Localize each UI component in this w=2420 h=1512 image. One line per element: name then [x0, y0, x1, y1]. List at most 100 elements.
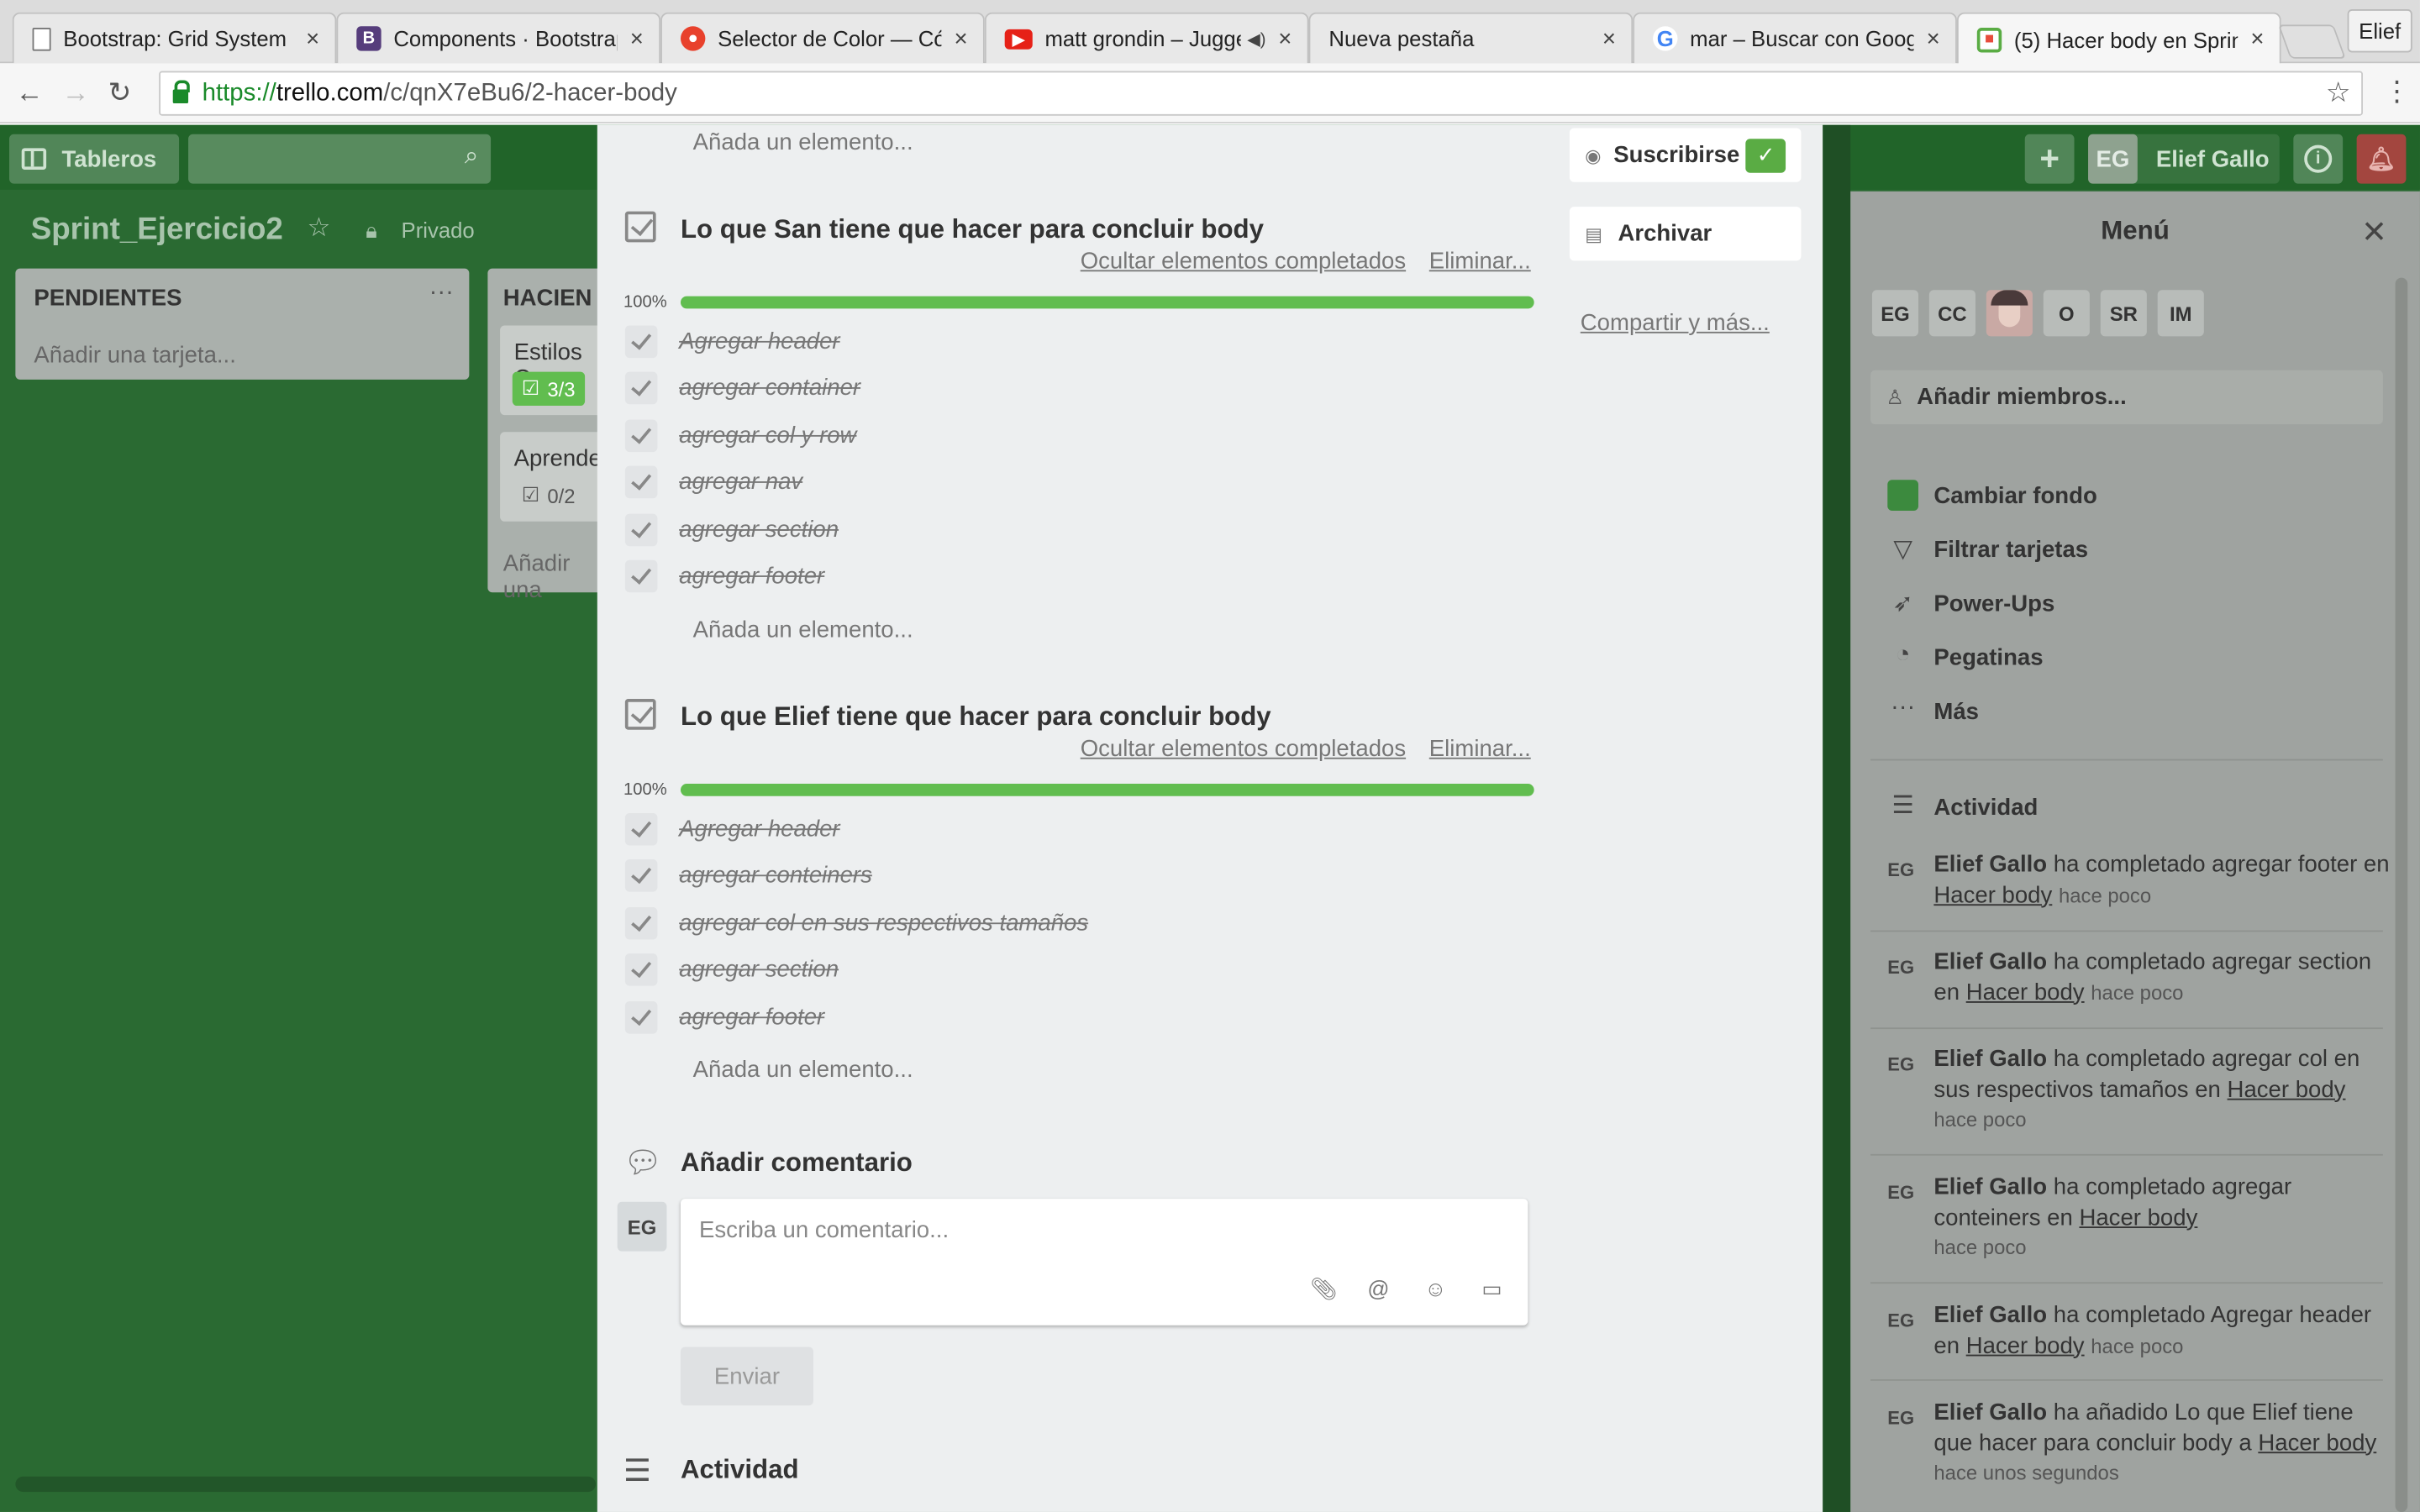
add-item-link[interactable]: Añada un elemento...: [693, 129, 913, 155]
add-icon[interactable]: +: [2024, 134, 2075, 184]
member-avatar[interactable]: CC: [1928, 290, 1975, 337]
checkbox-checked[interactable]: [624, 859, 658, 892]
profile-button[interactable]: Elief: [2347, 9, 2412, 53]
menu-option-change-background[interactable]: Cambiar fondo: [1933, 483, 2096, 509]
checkbox-checked[interactable]: [624, 371, 658, 405]
item-text[interactable]: agregar col y row: [679, 423, 856, 449]
subscribe-button[interactable]: ◉ Suscribirse ✓: [1569, 128, 1802, 182]
activity-card-link[interactable]: Hacer body: [2258, 1430, 2376, 1456]
forward-icon[interactable]: →: [61, 77, 89, 110]
hide-completed-link[interactable]: Ocultar elementos completados: [1081, 736, 1406, 762]
member-avatar[interactable]: SR: [2100, 290, 2147, 337]
browser-tab-active[interactable]: ■ (5) Hacer body en Sprint ×: [1956, 12, 2281, 66]
browser-tab[interactable]: G mar – Buscar con Googl ×: [1633, 12, 1957, 64]
checklist-item[interactable]: agregar nav: [624, 465, 802, 499]
star-board-icon[interactable]: ☆: [308, 213, 331, 244]
archive-button[interactable]: ▤ Archivar: [1569, 207, 1802, 261]
close-icon[interactable]: ×: [630, 25, 644, 51]
new-tab-button[interactable]: [2277, 24, 2346, 59]
item-text[interactable]: agregar conteiners: [679, 863, 872, 889]
board-visibility[interactable]: Privado: [402, 218, 475, 242]
info-icon[interactable]: i: [2293, 134, 2344, 184]
browser-tab[interactable]: ● Selector de Color — Cód ×: [660, 12, 985, 64]
activity-user[interactable]: Elief Gallo: [1933, 1174, 2047, 1200]
user-menu-button[interactable]: EG Elief Gallo: [2088, 134, 2280, 184]
close-icon[interactable]: ✕: [2361, 213, 2387, 251]
activity-card-link[interactable]: Hacer body: [2079, 1205, 2197, 1231]
activity-card-link[interactable]: Hacer body: [2228, 1076, 2346, 1102]
item-text[interactable]: agregar footer: [679, 563, 824, 589]
checklist-item[interactable]: Agregar header: [624, 325, 840, 359]
checklist-item[interactable]: agregar conteiners: [624, 859, 872, 892]
board-horizontal-scrollbar[interactable]: [15, 1476, 596, 1493]
activity-card-link[interactable]: Hacer body: [1966, 1332, 2085, 1358]
bookmark-star-icon[interactable]: ☆: [2326, 77, 2351, 110]
modal-overlay[interactable]: [1823, 124, 1851, 1512]
list-card[interactable]: Aprende ☑ 0/2: [500, 432, 602, 522]
member-photo-avatar[interactable]: [1986, 290, 2033, 337]
list-title[interactable]: HACIEN: [503, 286, 592, 312]
add-card-link[interactable]: Añadir una: [503, 551, 602, 603]
menu-scrollbar[interactable]: [2395, 277, 2408, 1512]
checklist-item[interactable]: agregar section: [624, 513, 839, 547]
list-menu-icon[interactable]: ···: [429, 279, 454, 307]
checkbox-checked[interactable]: [624, 953, 658, 986]
item-text[interactable]: agregar footer: [679, 1005, 824, 1031]
activity-user[interactable]: Elief Gallo: [1933, 852, 2047, 878]
checkbox-checked[interactable]: [624, 1001, 658, 1034]
checkbox-checked[interactable]: [624, 513, 658, 547]
checkbox-checked[interactable]: [624, 812, 658, 846]
checkbox-checked[interactable]: [624, 465, 658, 499]
item-text[interactable]: Agregar header: [679, 328, 839, 354]
activity-user[interactable]: Elief Gallo: [1933, 1302, 2047, 1328]
add-members-button[interactable]: ♙ Añadir miembros...: [1870, 370, 2383, 425]
back-icon[interactable]: ←: [15, 77, 43, 110]
boards-button[interactable]: Tableros: [9, 134, 180, 184]
delete-checklist-link[interactable]: Eliminar...: [1429, 736, 1531, 762]
item-text[interactable]: agregar col en sus respectivos tamaños: [679, 911, 1088, 937]
browser-tab[interactable]: ▶ matt grondin – Jugge ◀) ×: [984, 12, 1309, 64]
card-link-icon[interactable]: ▭: [1481, 1276, 1502, 1302]
item-text[interactable]: Agregar header: [679, 816, 839, 843]
checkbox-checked[interactable]: [624, 559, 658, 593]
activity-user[interactable]: Elief Gallo: [1933, 1399, 2047, 1425]
list-card[interactable]: Estilos C ☑3/3: [500, 325, 602, 416]
member-avatar[interactable]: IM: [2157, 290, 2204, 337]
activity-user[interactable]: Elief Gallo: [1933, 1046, 2047, 1072]
send-comment-button[interactable]: Enviar: [680, 1347, 813, 1406]
board-title[interactable]: Sprint_Ejercicio2: [31, 213, 283, 248]
emoji-icon[interactable]: ☺: [1424, 1276, 1446, 1300]
comment-input[interactable]: Escriba un comentario... 📎︎ @ ☺ ▭: [680, 1199, 1528, 1326]
attachment-icon[interactable]: 📎︎: [1310, 1276, 1338, 1302]
member-avatar[interactable]: EG: [1871, 290, 1919, 337]
checkbox-checked[interactable]: [624, 419, 658, 453]
checklist-item[interactable]: agregar col y row: [624, 419, 856, 453]
browser-menu-icon[interactable]: ⋮: [2383, 76, 2411, 108]
activity-card-link[interactable]: Hacer body: [1933, 882, 2052, 908]
delete-checklist-link[interactable]: Eliminar...: [1429, 249, 1531, 275]
close-icon[interactable]: ×: [2250, 26, 2264, 52]
close-icon[interactable]: ×: [1927, 25, 1940, 51]
item-text[interactable]: agregar section: [679, 957, 839, 983]
add-item-link[interactable]: Añada un elemento...: [693, 617, 913, 643]
menu-option-more[interactable]: Más: [1933, 699, 1979, 725]
close-icon[interactable]: ×: [306, 25, 319, 51]
notifications-bell-icon[interactable]: 🔔︎: [2356, 134, 2407, 184]
browser-tab[interactable]: Nueva pestaña ×: [1308, 12, 1634, 64]
checkbox-checked[interactable]: [624, 325, 658, 359]
list-title[interactable]: PENDIENTES: [34, 286, 182, 312]
item-text[interactable]: agregar nav: [679, 469, 802, 495]
hide-completed-link[interactable]: Ocultar elementos completados: [1081, 249, 1406, 275]
url-input[interactable]: https://trello.com/c/qnX7eBu6/2-hacer-bo…: [159, 71, 2363, 116]
share-more-link[interactable]: Compartir y más...: [1581, 310, 1770, 336]
checklist-item[interactable]: agregar container: [624, 371, 860, 405]
menu-option-stickers[interactable]: Pegatinas: [1933, 645, 2043, 671]
close-icon[interactable]: ×: [955, 25, 968, 51]
checklist-item[interactable]: agregar footer: [624, 1001, 824, 1034]
checklist-title[interactable]: Lo que San tiene que hacer para concluir…: [681, 214, 1264, 245]
checklist-item[interactable]: agregar footer: [624, 559, 824, 593]
add-item-link[interactable]: Añada un elemento...: [693, 1057, 913, 1083]
activity-card-link[interactable]: Hacer body: [1966, 979, 2085, 1005]
mention-icon[interactable]: @: [1367, 1276, 1389, 1300]
checklist-title[interactable]: Lo que Elief tiene que hacer para conclu…: [681, 702, 1271, 733]
